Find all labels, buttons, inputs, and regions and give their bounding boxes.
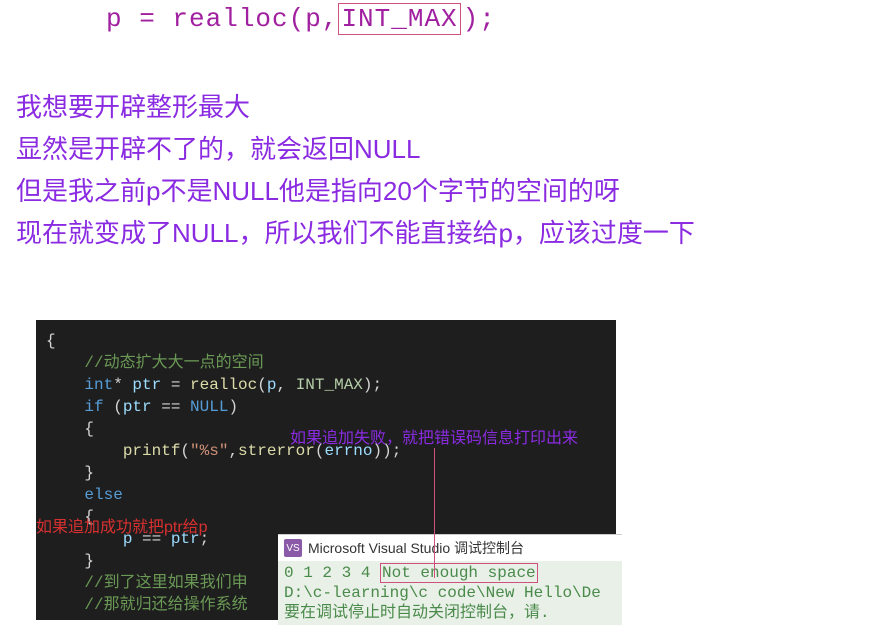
- top-code-line: p = realloc(p,INT_MAX);: [0, 0, 886, 34]
- cmt-return: //那就归还给操作系统: [84, 596, 247, 614]
- cmt-if-reach: //到了这里如果我们申: [84, 574, 247, 592]
- console-title-bar: VS Microsoft Visual Studio 调试控制台: [278, 535, 622, 561]
- vs-icon: VS: [284, 539, 302, 557]
- cmt-dynamic: //动态扩大大一点的空间: [84, 354, 263, 372]
- explain-line-2: 显然是开辟不了的，就会返回NULL: [16, 128, 886, 170]
- vs-console: VS Microsoft Visual Studio 调试控制台 0 1 2 3…: [278, 534, 622, 625]
- explain-line-3: 但是我之前p不是NULL他是指向20个字节的空间的呀: [16, 170, 886, 212]
- code-prefix: p = realloc(p,: [106, 4, 338, 34]
- console-path: D:\c-learning\c code\New Hello\De: [284, 583, 616, 603]
- boxed-int-max: INT_MAX: [338, 3, 460, 35]
- annotation-failure: 如果追加失败，就把错误码信息打印出来: [290, 424, 578, 448]
- explain-line-4: 现在就变成了NULL，所以我们不能直接给p，应该过度一下: [16, 212, 886, 254]
- not-enough-space-box: Not enough space: [380, 563, 538, 583]
- console-output: 0 1 2 3 4 Not enough space D:\c-learning…: [278, 561, 622, 625]
- explanation-block: 我想要开辟整形最大 显然是开辟不了的，就会返回NULL 但是我之前p不是NULL…: [0, 86, 886, 254]
- console-hint: 要在调试停止时自动关闭控制台，请.: [284, 603, 616, 623]
- annotation-success: 如果追加成功就把ptr给p: [36, 513, 208, 537]
- code-suffix: );: [463, 4, 496, 34]
- pointer-line: [434, 448, 435, 578]
- explain-line-1: 我想要开辟整形最大: [16, 86, 886, 128]
- console-title: Microsoft Visual Studio 调试控制台: [308, 538, 524, 558]
